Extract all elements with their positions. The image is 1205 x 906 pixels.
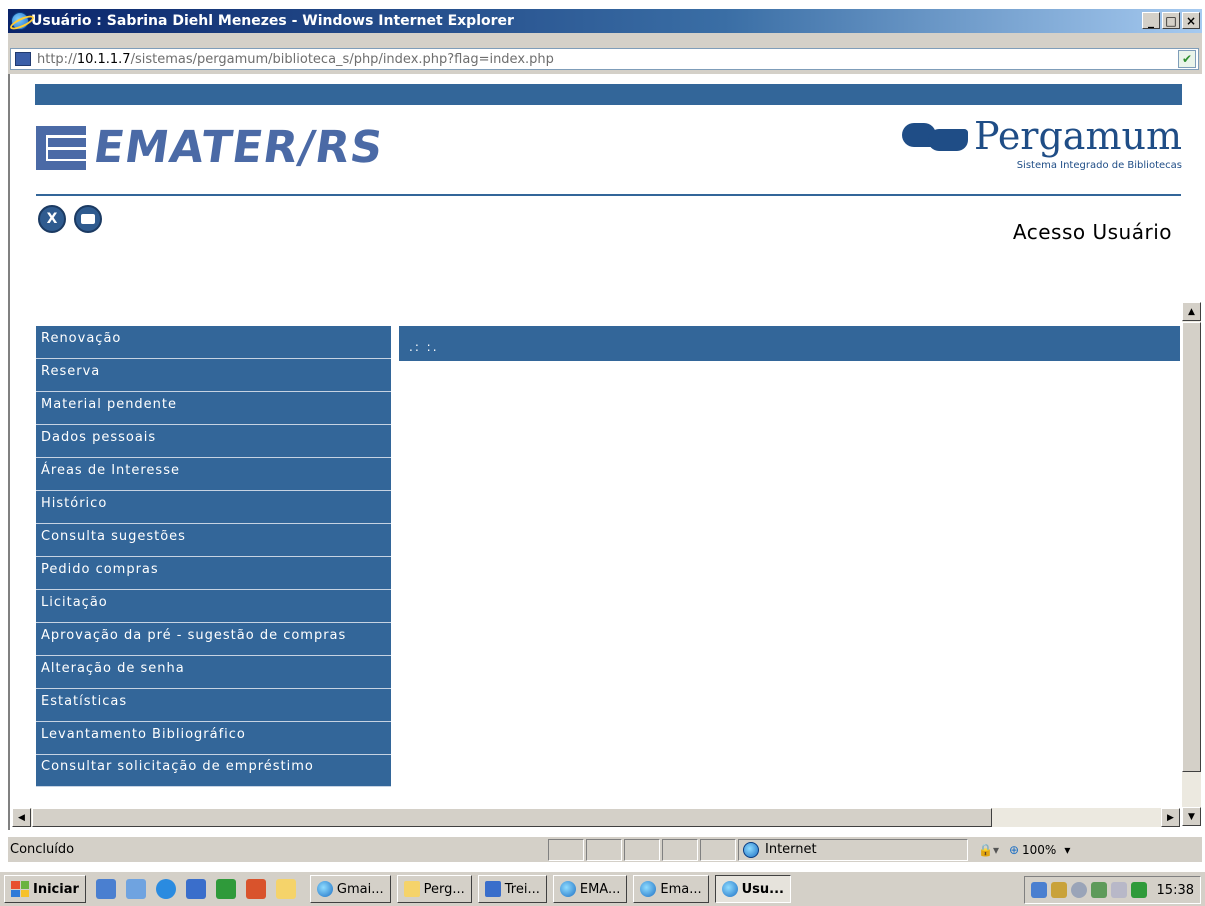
- address-field[interactable]: http://10.1.1.7/sistemas/pergamum/biblio…: [10, 48, 1199, 70]
- windows-taskbar: Iniciar Gmai... Perg... Trei... EMA... E…: [0, 870, 1205, 906]
- pergamum-name: Pergamum: [973, 114, 1182, 158]
- windows-flag-icon: [11, 881, 29, 897]
- compatibility-view-icon[interactable]: ✔: [1178, 50, 1196, 68]
- tray-windows-icon[interactable]: [1130, 882, 1147, 898]
- security-zone[interactable]: Internet: [738, 838, 968, 861]
- window-title-bar[interactable]: Usuário : Sabrina Diehl Menezes - Window…: [8, 9, 1202, 33]
- task-gmail[interactable]: Gmai...: [309, 875, 391, 903]
- internet-explorer-icon: [11, 12, 29, 30]
- scroll-left-icon[interactable]: ◀: [12, 808, 31, 827]
- status-panel: [548, 838, 584, 861]
- protected-mode-icon[interactable]: 🔒▾: [978, 843, 999, 857]
- address-bar: http://10.1.1.7/sistemas/pergamum/biblio…: [8, 33, 1202, 74]
- quick-launch-excel-icon[interactable]: [215, 879, 236, 899]
- word-icon: [484, 881, 501, 897]
- quick-launch-desktop-icon[interactable]: [95, 879, 116, 899]
- menu-item-estatisticas[interactable]: Estatísticas: [36, 689, 391, 722]
- vertical-scroll-thumb[interactable]: [1182, 322, 1201, 772]
- zoom-icon: ⊕: [1008, 842, 1020, 857]
- horizontal-scroll-thumb[interactable]: [32, 808, 992, 827]
- task-usuario[interactable]: Usu...: [714, 875, 791, 903]
- user-menu: Renovação Reserva Material pendente Dado…: [36, 326, 391, 787]
- tray-mail-icon[interactable]: [1110, 882, 1127, 898]
- folder-icon: [403, 881, 420, 897]
- menu-item-aprovacao-pre-sugestao[interactable]: Aprovação da pré - sugestão de compras: [36, 623, 391, 656]
- pergamum-logo: Pergamum Sistema Integrado de Biblioteca…: [901, 114, 1182, 171]
- tray-network-icon[interactable]: [1030, 882, 1047, 898]
- print-icon[interactable]: [74, 205, 102, 233]
- close-button[interactable]: ×: [1182, 12, 1200, 29]
- quick-launch-word-icon[interactable]: [185, 879, 206, 899]
- quick-launch-folder-icon[interactable]: [275, 879, 296, 899]
- status-panel: [662, 838, 698, 861]
- minimize-button[interactable]: _: [1142, 12, 1160, 29]
- system-tray: 15:38: [1023, 876, 1201, 904]
- menu-item-areas-de-interesse[interactable]: Áreas de Interesse: [36, 458, 391, 491]
- menu-item-renovacao[interactable]: Renovação: [36, 326, 391, 359]
- menu-item-dados-pessoais[interactable]: Dados pessoais: [36, 425, 391, 458]
- status-panel: [624, 838, 660, 861]
- quick-launch-powerpoint-icon[interactable]: [245, 879, 266, 899]
- ie-task-icon: [559, 881, 576, 897]
- page-title: Acesso Usuário: [1012, 220, 1172, 244]
- scroll-right-icon[interactable]: ▶: [1161, 808, 1180, 827]
- menu-item-pedido-compras[interactable]: Pedido compras: [36, 557, 391, 590]
- menu-item-licitacao[interactable]: Licitação: [36, 590, 391, 623]
- start-button[interactable]: Iniciar: [4, 875, 86, 903]
- status-text: Concluído: [10, 842, 75, 857]
- header-divider: [36, 194, 1181, 196]
- menu-item-material-pendente[interactable]: Material pendente: [36, 392, 391, 425]
- zoom-control[interactable]: 🔒▾ ⊕ 100% ▾: [978, 843, 1070, 857]
- task-pergamum-folder[interactable]: Perg...: [396, 875, 472, 903]
- menu-item-reserva[interactable]: Reserva: [36, 359, 391, 392]
- task-treinamento[interactable]: Trei...: [477, 875, 547, 903]
- content-header: .: :.: [399, 326, 1180, 361]
- quick-launch-network-icon[interactable]: [125, 879, 146, 899]
- task-emater-2[interactable]: Ema...: [633, 875, 709, 903]
- emater-logo: EMATER/RS: [36, 122, 387, 173]
- ie-task-icon: [721, 881, 738, 897]
- start-label: Iniciar: [33, 881, 79, 897]
- tray-media-icon[interactable]: [1090, 882, 1107, 898]
- ie-task-icon: [316, 881, 333, 897]
- menu-item-alteracao-de-senha[interactable]: Alteração de senha: [36, 656, 391, 689]
- restore-button[interactable]: □: [1162, 12, 1180, 29]
- action-icons: X: [38, 205, 102, 233]
- horizontal-scrollbar[interactable]: ◀ ▶: [12, 808, 1180, 827]
- pergamum-logo-icon: [901, 117, 968, 155]
- security-zone-label: Internet: [765, 842, 817, 857]
- chevron-down-icon[interactable]: ▾: [1064, 843, 1070, 857]
- menu-item-consulta-sugestoes[interactable]: Consulta sugestões: [36, 524, 391, 557]
- menu-item-historico[interactable]: Histórico: [36, 491, 391, 524]
- pergamum-subtitle: Sistema Integrado de Bibliotecas: [1016, 160, 1182, 171]
- address-url[interactable]: http://10.1.1.7/sistemas/pergamum/biblio…: [37, 52, 554, 67]
- tray-printer-icon[interactable]: [1050, 882, 1067, 898]
- scroll-down-icon[interactable]: ▼: [1182, 807, 1201, 826]
- menu-item-levantamento-bibliografico[interactable]: Levantamento Bibliográfico: [36, 722, 391, 755]
- vertical-scrollbar[interactable]: ▲ ▼: [1182, 302, 1201, 826]
- close-session-icon[interactable]: X: [38, 205, 66, 233]
- quick-launch-ie-icon[interactable]: [155, 879, 176, 899]
- menu-item-consultar-solicitacao[interactable]: Consultar solicitação de empréstimo: [36, 755, 391, 787]
- status-panel: [586, 838, 622, 861]
- clock[interactable]: 15:38: [1157, 883, 1194, 898]
- page-icon: [15, 52, 31, 66]
- emater-brand-text: EMATER/RS: [90, 122, 387, 173]
- tray-security-icon[interactable]: [1070, 882, 1087, 898]
- emater-logo-mark: [36, 125, 86, 170]
- status-bar: Concluído Internet 🔒▾ ⊕ 100% ▾: [8, 836, 1202, 862]
- ie-task-icon: [640, 881, 657, 897]
- header-band: [35, 84, 1182, 105]
- window-title: Usuário : Sabrina Diehl Menezes - Window…: [31, 13, 514, 29]
- window-controls: _ □ ×: [1142, 12, 1200, 29]
- scroll-up-icon[interactable]: ▲: [1182, 302, 1201, 321]
- status-panel: [700, 838, 736, 861]
- internet-zone-icon: [743, 841, 759, 858]
- browser-viewport: EMATER/RS Pergamum Sistema Integrado de …: [8, 74, 1202, 830]
- zoom-level[interactable]: 100%: [1022, 843, 1056, 857]
- task-emater-1[interactable]: EMA...: [552, 875, 628, 903]
